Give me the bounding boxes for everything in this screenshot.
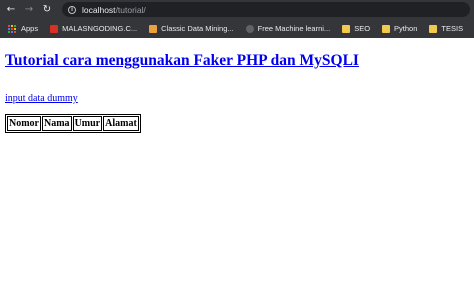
bookmark-folder-tesis[interactable]: TESIS [429,24,463,33]
page-title[interactable]: Tutorial cara menggunakan Faker PHP dan … [5,52,359,70]
bookmark-apps[interactable]: Apps [8,24,38,33]
browser-toolbar: ← → ↻ i localhost/tutorial/ [0,0,474,19]
folder-icon [382,24,391,33]
input-data-link[interactable]: input data dummy [5,93,359,104]
url-text[interactable]: localhost/tutorial/ [82,5,146,15]
bookmark-classic-data-mining[interactable]: Classic Data Mining... [149,24,234,33]
header-alamat: Alamat [103,116,139,131]
header-nama: Nama [42,116,72,131]
info-icon[interactable]: i [68,5,76,14]
bookmark-free-machine-learning[interactable]: Free Machine learni... [245,24,331,33]
classic-data-mining-favicon [149,24,158,33]
page-content: Tutorial cara menggunakan Faker PHP dan … [5,38,359,133]
table-header-row: Nomor Nama Umur Alamat [7,116,139,131]
data-table: Nomor Nama Umur Alamat [5,114,141,133]
header-umur: Umur [72,116,103,131]
malasngoding-favicon [50,24,59,33]
bookmark-label: Python [394,24,418,33]
bookmark-folder-python[interactable]: Python [382,24,417,33]
reload-icon[interactable]: ↻ [40,3,54,17]
folder-icon [342,24,351,33]
back-arrow-icon[interactable]: ← [4,3,18,17]
bookmarks-bar: Apps MALASNGODING.C... Classic Data Mini… [0,19,474,38]
address-bar[interactable]: i localhost/tutorial/ [62,2,470,17]
bookmark-label: SEO [354,24,371,33]
bookmark-label: MALASNGODING.C... [62,24,138,33]
folder-icon [429,24,438,33]
bookmark-label: Free Machine learni... [257,24,331,33]
globe-icon [245,24,254,33]
url-path: /tutorial/ [115,4,146,15]
bookmark-label: Classic Data Mining... [161,24,234,33]
url-host: localhost [82,4,116,15]
header-nomor: Nomor [7,116,41,131]
apps-grid-icon [8,24,16,33]
bookmark-label: TESIS [441,24,464,33]
bookmark-folder-seo[interactable]: SEO [342,24,370,33]
bookmark-malasngoding[interactable]: MALASNGODING.C... [50,24,137,33]
forward-arrow-icon[interactable]: → [22,3,36,17]
bookmark-label: Apps [21,24,39,33]
